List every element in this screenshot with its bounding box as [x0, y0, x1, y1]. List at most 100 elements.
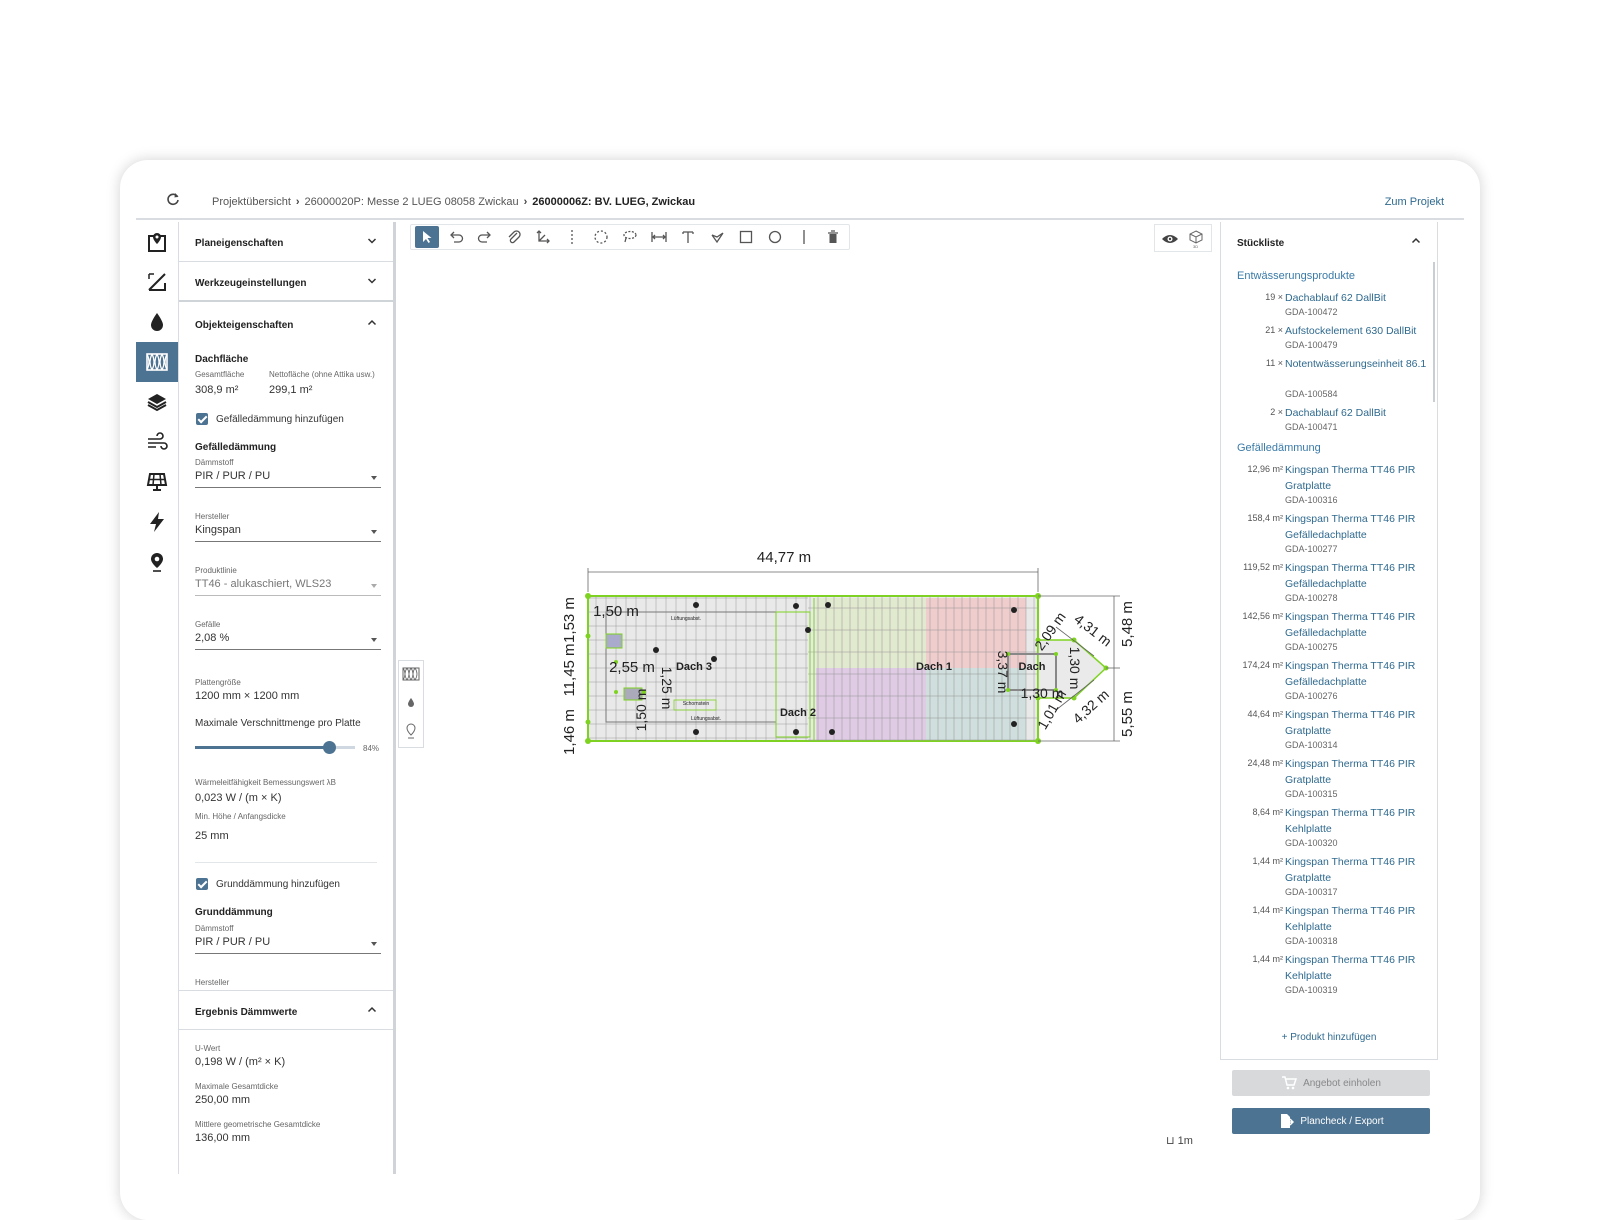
base-insulation-title: Grunddämmung	[195, 907, 273, 918]
3d-view-icon[interactable]: 3D	[1184, 228, 1208, 250]
dim-left-mid: 11,45 m	[561, 643, 578, 696]
export-file-icon	[1281, 1114, 1295, 1128]
request-offer-label: Angebot einholen	[1303, 1077, 1381, 1089]
u-value-label: U-Wert	[195, 1044, 221, 1053]
insulation-small-icon[interactable]	[402, 665, 420, 683]
drop-small-icon[interactable]	[402, 693, 420, 711]
bom-item-name[interactable]: Dachablauf 62 DallBit	[1285, 405, 1427, 421]
bom-item-name[interactable]: Kingspan Therma TT46 PIR Gefälledachplat…	[1285, 609, 1427, 641]
bom-item-name[interactable]: Kingspan Therma TT46 PIR Kehlplatte	[1285, 805, 1427, 837]
slider-thumb[interactable]	[323, 741, 337, 754]
dimension-icon[interactable]	[647, 226, 671, 248]
product-line-select[interactable]: TT46 - alukaschiert, WLS23	[195, 578, 381, 596]
bom-item-code: GDA-100472	[1285, 307, 1338, 317]
drawing-toolbar	[410, 224, 850, 250]
bom-item-code: GDA-100316	[1285, 495, 1338, 505]
eye-icon[interactable]	[1158, 228, 1182, 250]
roof-area-title: Dachfläche	[195, 354, 249, 365]
circle-dashed-icon[interactable]	[589, 226, 613, 248]
lightning-icon[interactable]	[136, 502, 178, 542]
bom-group-title[interactable]: Gefälledämmung	[1237, 442, 1321, 454]
bom-item-name[interactable]: Kingspan Therma TT46 PIR Gefälledachplat…	[1285, 560, 1427, 592]
ellipse-icon[interactable]	[763, 226, 787, 248]
chevron-up-icon[interactable]	[1411, 236, 1421, 246]
manufacturer-select[interactable]: Kingspan	[195, 524, 381, 542]
select-pointer-icon[interactable]	[415, 226, 439, 248]
bom-item-name[interactable]: Kingspan Therma TT46 PIR Gratplatte	[1285, 462, 1427, 494]
breadcrumb-projects[interactable]: Projektübersicht	[212, 196, 291, 208]
base-insulation-checkbox[interactable]	[196, 878, 208, 890]
bom-item-name[interactable]: Dachablauf 62 DallBit	[1285, 290, 1427, 306]
mean-thickness-label: Mittlere geometrische Gesamtdicke	[195, 1120, 321, 1129]
undo-icon[interactable]	[444, 226, 468, 248]
roof-plan-drawing[interactable]: 44,77 m 1,53 m 11,45 m 1,46 m 5,48 m 5,5…	[546, 542, 1146, 782]
plancheck-export-button[interactable]: Plancheck / Export	[1232, 1108, 1430, 1134]
dropdown-arrow-icon	[371, 584, 377, 588]
delete-icon[interactable]	[821, 226, 845, 248]
breadcrumb-current: 26000006Z: BV. LUEG, Zwickau	[532, 196, 696, 208]
base-insulant-value: PIR / PUR / PU	[195, 936, 271, 948]
bom-item-name[interactable]: Kingspan Therma TT46 PIR Gefälledachplat…	[1285, 658, 1427, 690]
rectangle-icon[interactable]	[734, 226, 758, 248]
canvas-side-tools	[398, 660, 424, 748]
roof-label-2: Dach 2	[780, 707, 816, 719]
dim-label: 2,55 m	[609, 659, 655, 676]
accordion-tool-settings[interactable]: Werkzeugeinstellungen	[179, 262, 393, 302]
line-icon[interactable]	[792, 226, 816, 248]
location-pin-icon[interactable]	[136, 542, 178, 582]
bom-group-title[interactable]: Entwässerungsprodukte	[1237, 270, 1355, 282]
wind-icon[interactable]	[136, 422, 178, 462]
slope-label: Gefälle	[195, 620, 221, 629]
text-tool-icon[interactable]	[676, 226, 700, 248]
waste-slider[interactable]	[195, 741, 355, 754]
to-project-link[interactable]: Zum Projekt	[1385, 196, 1444, 208]
bom-item-code: GDA-100317	[1285, 887, 1338, 897]
fill-icon[interactable]	[705, 226, 729, 248]
layers-icon[interactable]	[136, 382, 178, 422]
bom-item-name[interactable]: Kingspan Therma TT46 PIR Kehlplatte	[1285, 952, 1427, 984]
breadcrumb-project[interactable]: 26000020P: Messe 2 LUEG 08058 Zwickau	[305, 196, 519, 208]
accordion-plan-properties[interactable]: Planeigenschaften	[179, 222, 393, 262]
base-insulant-select[interactable]: PIR / PUR / PU	[195, 936, 381, 954]
tool-rail	[136, 222, 178, 1202]
insulation-icon[interactable]	[136, 342, 178, 382]
measure-icon[interactable]	[136, 262, 178, 302]
slope-select[interactable]: 2,08 %	[195, 632, 381, 650]
accordion-insulation-result[interactable]: Ergebnis Dämmwerte	[179, 990, 393, 1030]
bom-item-quantity: 142,56 m²	[1242, 611, 1283, 621]
attach-icon[interactable]	[502, 226, 526, 248]
bom-item-name[interactable]: Kingspan Therma TT46 PIR Gratplatte	[1285, 707, 1427, 739]
request-offer-button[interactable]: Angebot einholen	[1232, 1070, 1430, 1096]
dropdown-arrow-icon	[371, 638, 377, 642]
bom-item-name[interactable]: Kingspan Therma TT46 PIR Gratplatte	[1285, 756, 1427, 788]
plan-pin-icon[interactable]	[136, 222, 178, 262]
cart-icon	[1282, 1076, 1298, 1090]
bom-item-name[interactable]: Notentwässerungseinheit 86.1	[1285, 356, 1427, 372]
net-area-label: Nettofläche (ohne Attika usw.)	[269, 370, 375, 379]
drainage-drop-icon[interactable]	[136, 302, 178, 342]
bom-item-code: GDA-100278	[1285, 593, 1338, 603]
solar-panel-icon[interactable]	[136, 462, 178, 502]
bom-item-name[interactable]: Aufstockelement 630 DallBit	[1285, 323, 1427, 339]
accordion-object-properties[interactable]: Objekteigenschaften	[179, 304, 393, 344]
bom-item-quantity: 11 ×	[1265, 358, 1283, 368]
dropdown-arrow-icon	[371, 530, 377, 534]
bom-item-name[interactable]: Kingspan Therma TT46 PIR Gratplatte	[1285, 854, 1427, 886]
redo-icon[interactable]	[473, 226, 497, 248]
insulant-select[interactable]: PIR / PUR / PU	[195, 470, 381, 488]
lasso-icon[interactable]	[618, 226, 642, 248]
plan-canvas[interactable]: 3D 44,77 m 1,53 m 11,45 m 1,46 m 5,48 m …	[396, 222, 1220, 1174]
scrollbar[interactable]	[1433, 262, 1435, 402]
pin-small-icon[interactable]	[402, 721, 420, 741]
bom-item-name[interactable]: Kingspan Therma TT46 PIR Gefälledachplat…	[1285, 511, 1427, 543]
add-product-button[interactable]: + Produkt hinzufügen	[1221, 1032, 1437, 1043]
refresh-icon[interactable]	[166, 192, 180, 211]
axis-icon[interactable]	[531, 226, 555, 248]
total-area-value: 308,9 m²	[195, 384, 239, 396]
svg-text:3D: 3D	[1193, 244, 1198, 248]
bom-item-code: GDA-100314	[1285, 740, 1338, 750]
dashed-line-icon[interactable]	[560, 226, 584, 248]
bom-title: Stückliste	[1237, 238, 1285, 249]
taper-insulation-checkbox[interactable]	[196, 413, 208, 425]
bom-item-name[interactable]: Kingspan Therma TT46 PIR Kehlplatte	[1285, 903, 1427, 935]
